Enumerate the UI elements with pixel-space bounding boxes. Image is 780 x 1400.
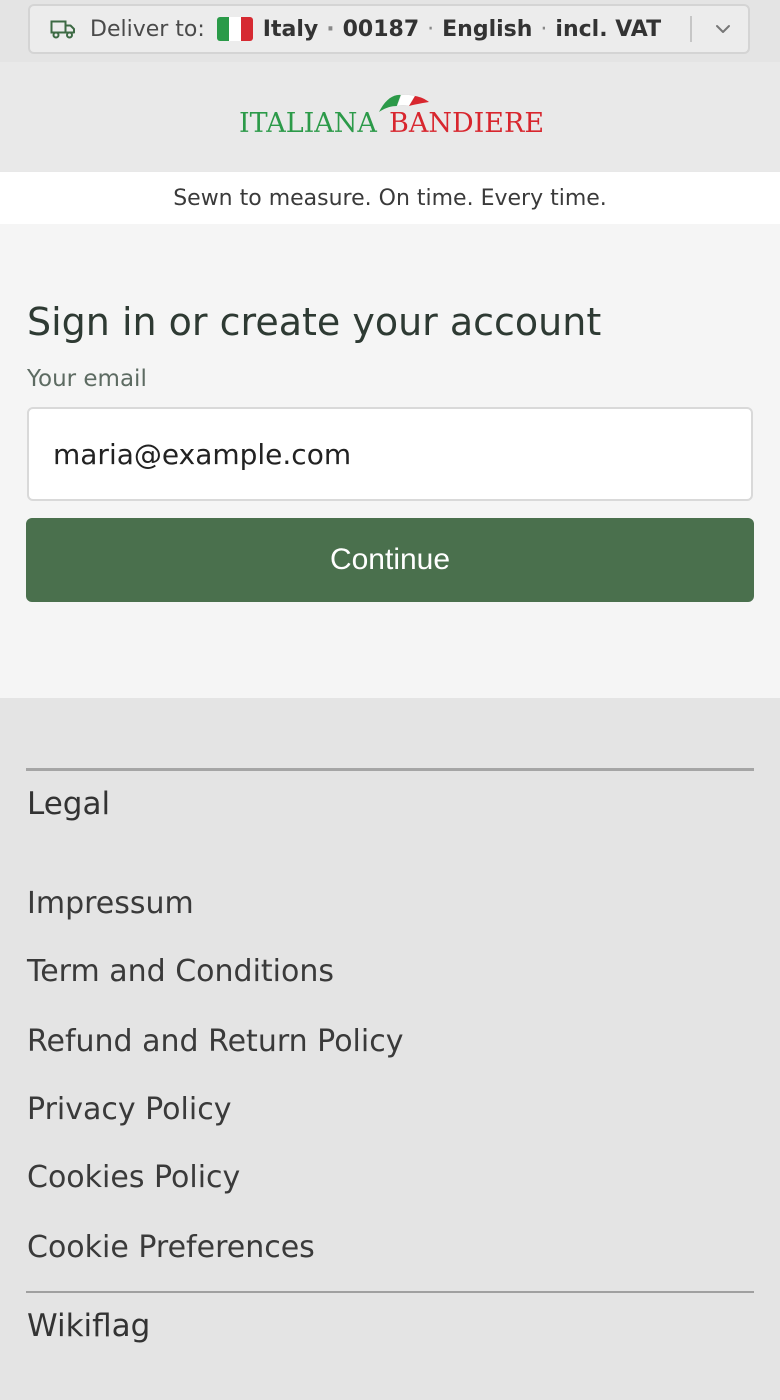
- email-field[interactable]: [27, 407, 753, 501]
- divider: [26, 1291, 754, 1293]
- delivery-bar: Deliver to: Italy · 00187 · English · in…: [0, 0, 780, 62]
- email-label: Your email: [27, 366, 147, 392]
- postcode: 00187: [342, 16, 420, 42]
- divider: [690, 16, 692, 42]
- language: English: [442, 16, 533, 42]
- footer-link-impressum[interactable]: Impressum: [27, 886, 194, 921]
- country-name: Italy: [262, 16, 319, 42]
- tax-mode: incl. VAT: [555, 16, 662, 42]
- tagline: Sewn to measure. On time. Every time.: [0, 172, 780, 224]
- brand-logo[interactable]: ITALIANA BANDIERE: [239, 90, 545, 146]
- delivery-selector[interactable]: Deliver to: Italy · 00187 · English · in…: [28, 4, 750, 54]
- footer-heading-wikiflag[interactable]: Wikiflag: [27, 1308, 150, 1344]
- divider: [26, 768, 754, 771]
- footer-link-refund-policy[interactable]: Refund and Return Policy: [27, 1024, 403, 1059]
- italy-flag-icon: [216, 17, 253, 41]
- footer: Legal Impressum Term and Conditions Refu…: [0, 698, 780, 1400]
- chevron-down-icon[interactable]: [712, 18, 734, 40]
- footer-link-cookies-policy[interactable]: Cookies Policy: [27, 1160, 240, 1195]
- truck-icon: [50, 19, 76, 39]
- deliver-to-label: Deliver to:: [90, 16, 205, 42]
- footer-link-terms[interactable]: Term and Conditions: [27, 954, 334, 989]
- logo-text-bandiere: BANDIERE: [389, 108, 545, 139]
- logo-text-italiana: ITALIANA: [239, 108, 377, 139]
- separator: ·: [326, 16, 335, 42]
- footer-link-privacy-policy[interactable]: Privacy Policy: [27, 1092, 231, 1127]
- header: ITALIANA BANDIERE: [0, 62, 780, 172]
- page-title: Sign in or create your account: [27, 300, 602, 344]
- footer-heading-legal[interactable]: Legal: [27, 786, 110, 822]
- signin-section: Sign in or create your account Your emai…: [0, 224, 780, 698]
- footer-link-cookie-preferences[interactable]: Cookie Preferences: [27, 1230, 315, 1265]
- separator: ·: [540, 16, 548, 42]
- separator: ·: [427, 16, 435, 42]
- continue-button[interactable]: Continue: [26, 518, 754, 602]
